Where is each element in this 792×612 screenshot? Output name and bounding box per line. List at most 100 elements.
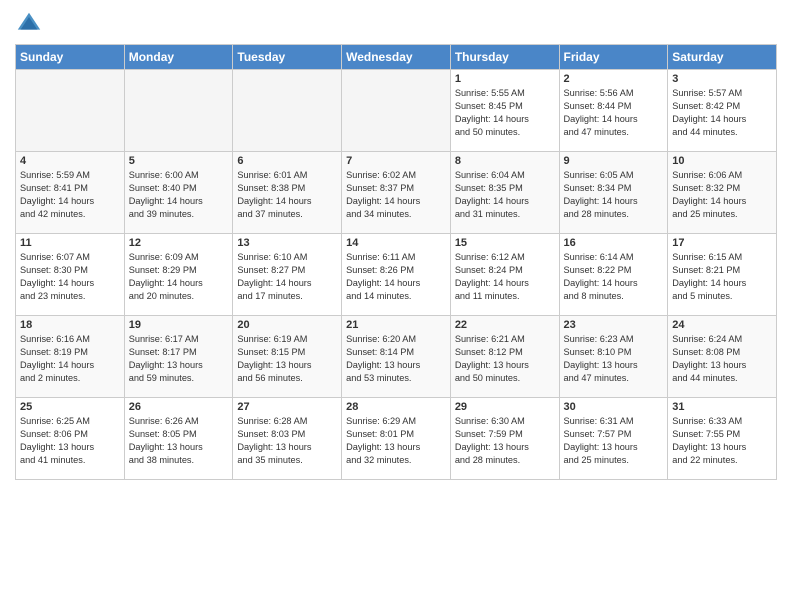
day-info: Sunrise: 6:24 AM Sunset: 8:08 PM Dayligh… — [672, 333, 772, 385]
day-info: Sunrise: 6:15 AM Sunset: 8:21 PM Dayligh… — [672, 251, 772, 303]
day-info: Sunrise: 6:07 AM Sunset: 8:30 PM Dayligh… — [20, 251, 120, 303]
calendar-cell: 25 Sunrise: 6:25 AM Sunset: 8:06 PM Dayli… — [16, 398, 125, 480]
day-info: Sunrise: 6:12 AM Sunset: 8:24 PM Dayligh… — [455, 251, 555, 303]
day-info: Sunrise: 6:21 AM Sunset: 8:12 PM Dayligh… — [455, 333, 555, 385]
calendar-cell: 15 Sunrise: 6:12 AM Sunset: 8:24 PM Dayli… — [450, 234, 559, 316]
calendar-cell: 12Sunrise: 6:09 AM Sunset: 8:29 PM Dayli… — [124, 234, 233, 316]
day-number: 22 — [455, 319, 555, 331]
calendar-table: SundayMondayTuesdayWednesdayThursdayFrid… — [15, 44, 777, 480]
day-number: 5 — [129, 155, 229, 167]
logo — [15, 10, 47, 38]
calendar-cell: 17 Sunrise: 6:15 AM Sunset: 8:21 PM Dayli… — [668, 234, 777, 316]
day-info: Sunrise: 5:56 AM Sunset: 8:44 PM Dayligh… — [564, 87, 664, 139]
day-info: Sunrise: 6:20 AM Sunset: 8:14 PM Dayligh… — [346, 333, 446, 385]
day-info: Sunrise: 6:11 AM Sunset: 8:26 PM Dayligh… — [346, 251, 446, 303]
calendar-cell: 18 Sunrise: 6:16 AM Sunset: 8:19 PM Dayli… — [16, 316, 125, 398]
day-number: 6 — [237, 155, 337, 167]
day-number: 31 — [672, 401, 772, 413]
day-number: 13 — [237, 237, 337, 249]
calendar-cell: 28 Sunrise: 6:29 AM Sunset: 8:01 PM Dayli… — [342, 398, 451, 480]
day-info: Sunrise: 6:26 AM Sunset: 8:05 PM Dayligh… — [129, 415, 229, 467]
calendar-cell: 20Sunrise: 6:19 AM Sunset: 8:15 PM Dayli… — [233, 316, 342, 398]
calendar-week-2: 4Sunrise: 5:59 AM Sunset: 8:41 PM Daylig… — [16, 152, 777, 234]
calendar-week-4: 18 Sunrise: 6:16 AM Sunset: 8:19 PM Dayli… — [16, 316, 777, 398]
day-number: 9 — [564, 155, 664, 167]
day-number: 19 — [129, 319, 229, 331]
day-info: Sunrise: 6:02 AM Sunset: 8:37 PM Dayligh… — [346, 169, 446, 221]
calendar-cell: 2 Sunrise: 5:56 AM Sunset: 8:44 PM Daylig… — [559, 70, 668, 152]
calendar-cell: 10 Sunrise: 6:06 AM Sunset: 8:32 PM Dayli… — [668, 152, 777, 234]
calendar-cell: 31 Sunrise: 6:33 AM Sunset: 7:55 PM Dayli… — [668, 398, 777, 480]
calendar-cell: 29 Sunrise: 6:30 AM Sunset: 7:59 PM Dayli… — [450, 398, 559, 480]
day-number: 12 — [129, 237, 229, 249]
day-info: Sunrise: 6:31 AM Sunset: 7:57 PM Dayligh… — [564, 415, 664, 467]
day-info: Sunrise: 6:17 AM Sunset: 8:17 PM Dayligh… — [129, 333, 229, 385]
day-number: 28 — [346, 401, 446, 413]
calendar-header-monday: Monday — [124, 45, 233, 70]
calendar-cell: 11 Sunrise: 6:07 AM Sunset: 8:30 PM Dayli… — [16, 234, 125, 316]
calendar-header-wednesday: Wednesday — [342, 45, 451, 70]
day-number: 26 — [129, 401, 229, 413]
day-number: 27 — [237, 401, 337, 413]
calendar-cell: 24Sunrise: 6:24 AM Sunset: 8:08 PM Dayli… — [668, 316, 777, 398]
day-number: 23 — [564, 319, 664, 331]
calendar-cell: 30 Sunrise: 6:31 AM Sunset: 7:57 PM Dayli… — [559, 398, 668, 480]
calendar-cell: 1 Sunrise: 5:55 AM Sunset: 8:45 PM Daylig… — [450, 70, 559, 152]
calendar-header-thursday: Thursday — [450, 45, 559, 70]
day-info: Sunrise: 5:57 AM Sunset: 8:42 PM Dayligh… — [672, 87, 772, 139]
logo-icon — [15, 10, 43, 38]
day-number: 18 — [20, 319, 120, 331]
day-number: 25 — [20, 401, 120, 413]
calendar-cell — [342, 70, 451, 152]
day-number: 16 — [564, 237, 664, 249]
day-number: 17 — [672, 237, 772, 249]
day-info: Sunrise: 6:00 AM Sunset: 8:40 PM Dayligh… — [129, 169, 229, 221]
calendar-cell: 5 Sunrise: 6:00 AM Sunset: 8:40 PM Daylig… — [124, 152, 233, 234]
calendar-cell: 14Sunrise: 6:11 AM Sunset: 8:26 PM Dayli… — [342, 234, 451, 316]
calendar-cell — [124, 70, 233, 152]
day-number: 15 — [455, 237, 555, 249]
calendar-week-3: 11 Sunrise: 6:07 AM Sunset: 8:30 PM Dayli… — [16, 234, 777, 316]
day-info: Sunrise: 5:59 AM Sunset: 8:41 PM Dayligh… — [20, 169, 120, 221]
day-info: Sunrise: 6:06 AM Sunset: 8:32 PM Dayligh… — [672, 169, 772, 221]
calendar-cell: 16Sunrise: 6:14 AM Sunset: 8:22 PM Dayli… — [559, 234, 668, 316]
day-info: Sunrise: 6:25 AM Sunset: 8:06 PM Dayligh… — [20, 415, 120, 467]
calendar-cell: 26 Sunrise: 6:26 AM Sunset: 8:05 PM Dayli… — [124, 398, 233, 480]
calendar-cell: 6 Sunrise: 6:01 AM Sunset: 8:38 PM Daylig… — [233, 152, 342, 234]
day-number: 7 — [346, 155, 446, 167]
day-info: Sunrise: 6:23 AM Sunset: 8:10 PM Dayligh… — [564, 333, 664, 385]
header-row — [15, 10, 777, 38]
calendar-header-friday: Friday — [559, 45, 668, 70]
calendar-header-saturday: Saturday — [668, 45, 777, 70]
day-info: Sunrise: 6:16 AM Sunset: 8:19 PM Dayligh… — [20, 333, 120, 385]
day-number: 2 — [564, 73, 664, 85]
day-info: Sunrise: 5:55 AM Sunset: 8:45 PM Dayligh… — [455, 87, 555, 139]
day-number: 10 — [672, 155, 772, 167]
calendar-cell: 23 Sunrise: 6:23 AM Sunset: 8:10 PM Dayli… — [559, 316, 668, 398]
day-number: 3 — [672, 73, 772, 85]
day-info: Sunrise: 6:01 AM Sunset: 8:38 PM Dayligh… — [237, 169, 337, 221]
day-info: Sunrise: 6:05 AM Sunset: 8:34 PM Dayligh… — [564, 169, 664, 221]
day-number: 20 — [237, 319, 337, 331]
day-info: Sunrise: 6:30 AM Sunset: 7:59 PM Dayligh… — [455, 415, 555, 467]
day-number: 30 — [564, 401, 664, 413]
calendar-cell — [16, 70, 125, 152]
calendar-header-row: SundayMondayTuesdayWednesdayThursdayFrid… — [16, 45, 777, 70]
day-number: 11 — [20, 237, 120, 249]
calendar-header-tuesday: Tuesday — [233, 45, 342, 70]
calendar-cell: 3 Sunrise: 5:57 AM Sunset: 8:42 PM Daylig… — [668, 70, 777, 152]
day-number: 29 — [455, 401, 555, 413]
day-info: Sunrise: 6:33 AM Sunset: 7:55 PM Dayligh… — [672, 415, 772, 467]
calendar-cell: 21Sunrise: 6:20 AM Sunset: 8:14 PM Dayli… — [342, 316, 451, 398]
calendar-cell: 4Sunrise: 5:59 AM Sunset: 8:41 PM Daylig… — [16, 152, 125, 234]
calendar-cell: 9 Sunrise: 6:05 AM Sunset: 8:34 PM Daylig… — [559, 152, 668, 234]
main-container: SundayMondayTuesdayWednesdayThursdayFrid… — [0, 0, 792, 485]
calendar-cell: 19 Sunrise: 6:17 AM Sunset: 8:17 PM Dayli… — [124, 316, 233, 398]
calendar-cell: 7 Sunrise: 6:02 AM Sunset: 8:37 PM Daylig… — [342, 152, 451, 234]
calendar-cell — [233, 70, 342, 152]
day-info: Sunrise: 6:29 AM Sunset: 8:01 PM Dayligh… — [346, 415, 446, 467]
calendar-week-5: 25 Sunrise: 6:25 AM Sunset: 8:06 PM Dayli… — [16, 398, 777, 480]
day-number: 1 — [455, 73, 555, 85]
day-info: Sunrise: 6:04 AM Sunset: 8:35 PM Dayligh… — [455, 169, 555, 221]
day-info: Sunrise: 6:28 AM Sunset: 8:03 PM Dayligh… — [237, 415, 337, 467]
